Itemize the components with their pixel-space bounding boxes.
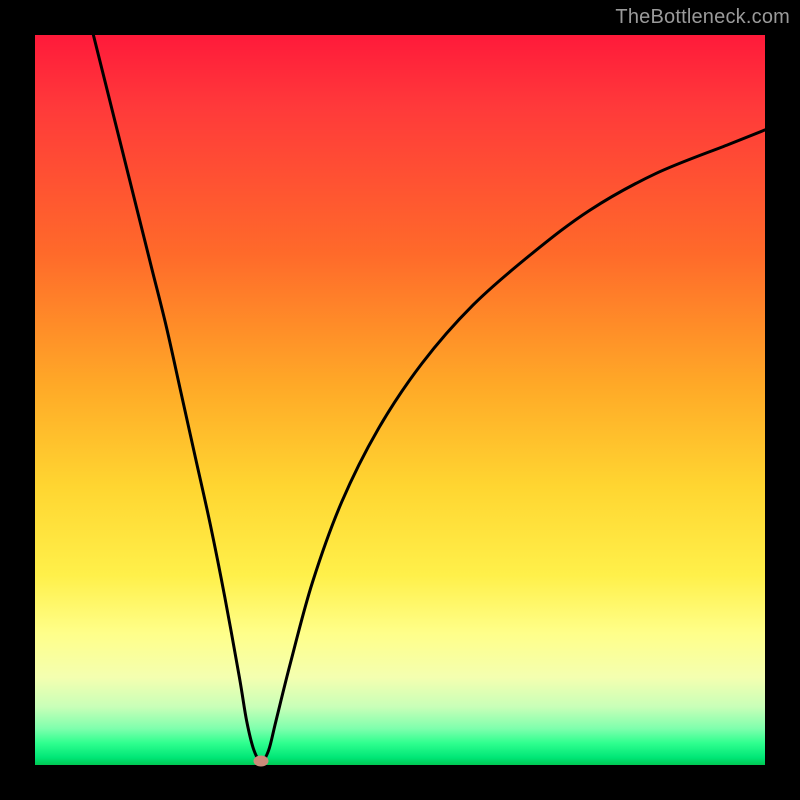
curve-svg [35,35,765,765]
plot-area [35,35,765,765]
watermark-text: TheBottleneck.com [615,6,790,29]
optimal-point-marker [254,756,269,767]
bottleneck-curve [93,35,765,761]
chart-frame: TheBottleneck.com [0,0,800,800]
